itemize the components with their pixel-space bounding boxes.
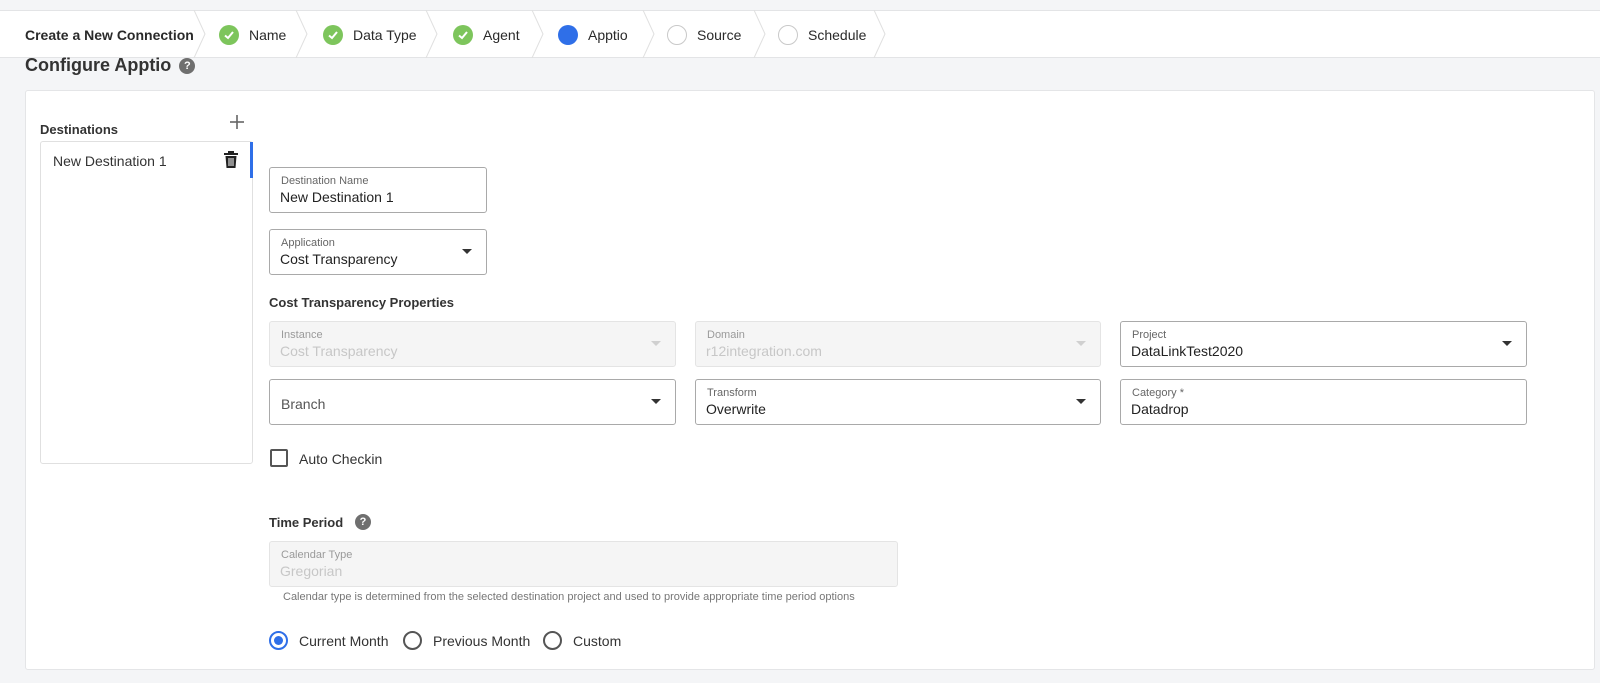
wizard-title: Create a New Connection [25,27,194,43]
domain-select: Domain r12integration.com [695,321,1101,367]
caret-down-icon [1076,399,1086,404]
project-select[interactable]: Project DataLinkTest2020 [1120,321,1527,367]
transform-label: Transform [707,387,757,399]
step-label: Name [249,27,287,43]
auto-checkin-label: Auto Checkin [299,451,383,467]
step-separator [753,10,766,58]
trash-icon[interactable] [223,151,239,168]
check-icon [219,25,239,45]
radio-previous-month[interactable] [403,631,422,650]
step-separator [295,10,308,58]
calendar-type-hint: Calendar type is determined from the sel… [283,591,855,603]
step-agent[interactable]: Agent [453,11,520,59]
calendar-type-label: Calendar Type [281,549,353,561]
destinations-list: New Destination 1 [40,141,253,464]
calendar-type-value: Gregorian [280,563,343,579]
application-select[interactable]: Application Cost Transparency [269,229,487,275]
destination-item[interactable]: New Destination 1 [41,142,253,178]
destination-name-input[interactable]: Destination Name New Destination 1 [269,167,487,213]
current-step-icon [558,25,578,45]
instance-select: Instance Cost Transparency [269,321,676,367]
category-label: Category * [1132,387,1184,399]
step-separator [642,10,655,58]
calendar-type-input: Calendar Type Gregorian [269,541,898,587]
destination-name-value: New Destination 1 [280,189,394,205]
step-name[interactable]: Name [219,11,286,59]
destination-item-label: New Destination 1 [53,153,167,169]
page-title: Configure Apptio ? [25,55,196,76]
step-label: Apptio [588,27,628,43]
step-label: Schedule [808,27,867,43]
step-data-type[interactable]: Data Type [323,11,417,59]
project-value: DataLinkTest2020 [1131,343,1244,359]
time-period-title: Time Period [269,515,344,530]
transform-value: Overwrite [706,401,766,417]
application-label: Application [281,237,335,249]
pending-step-icon [778,25,798,45]
caret-down-icon [1076,341,1086,346]
instance-label: Instance [281,329,323,341]
transform-select[interactable]: Transform Overwrite [695,379,1101,425]
plus-icon [230,115,244,129]
radio-current-month[interactable] [269,631,288,650]
category-value: Datadrop [1131,401,1189,417]
page-title-text: Configure Apptio [25,55,172,75]
step-apptio[interactable]: Apptio [558,11,628,59]
step-separator [531,10,544,58]
properties-title: Cost Transparency Properties [269,295,454,310]
check-icon [323,25,343,45]
branch-select[interactable]: Branch [269,379,676,425]
auto-checkin-checkbox[interactable] [270,449,288,467]
project-label: Project [1132,329,1167,341]
radio-custom[interactable] [543,631,562,650]
caret-down-icon [651,399,661,404]
step-schedule[interactable]: Schedule [778,11,866,59]
step-separator [193,10,206,58]
help-icon[interactable]: ? [179,57,196,74]
step-source[interactable]: Source [667,11,741,59]
pending-step-icon [667,25,687,45]
branch-placeholder: Branch [281,396,326,412]
radio-custom-label: Custom [573,633,622,649]
radio-previous-month-label: Previous Month [433,633,531,649]
radio-current-month-label: Current Month [299,633,389,649]
caret-down-icon [651,341,661,346]
wizard-bar: Create a New Connection Name Data Type A… [0,10,1600,58]
step-separator [873,10,886,58]
step-label: Data Type [353,27,417,43]
step-label: Agent [483,27,520,43]
check-icon [453,25,473,45]
domain-value: r12integration.com [706,343,822,359]
instance-value: Cost Transparency [280,343,398,359]
help-icon[interactable]: ? [355,514,371,530]
step-label: Source [697,27,742,43]
domain-label: Domain [707,329,745,341]
application-value: Cost Transparency [280,251,398,267]
destinations-label: Destinations [40,122,119,137]
caret-down-icon [1502,341,1512,346]
step-separator [425,10,438,58]
destination-name-label: Destination Name [281,175,369,187]
add-destination-button[interactable] [229,114,244,130]
caret-down-icon [462,249,472,254]
category-input[interactable]: Category * Datadrop [1120,379,1527,425]
